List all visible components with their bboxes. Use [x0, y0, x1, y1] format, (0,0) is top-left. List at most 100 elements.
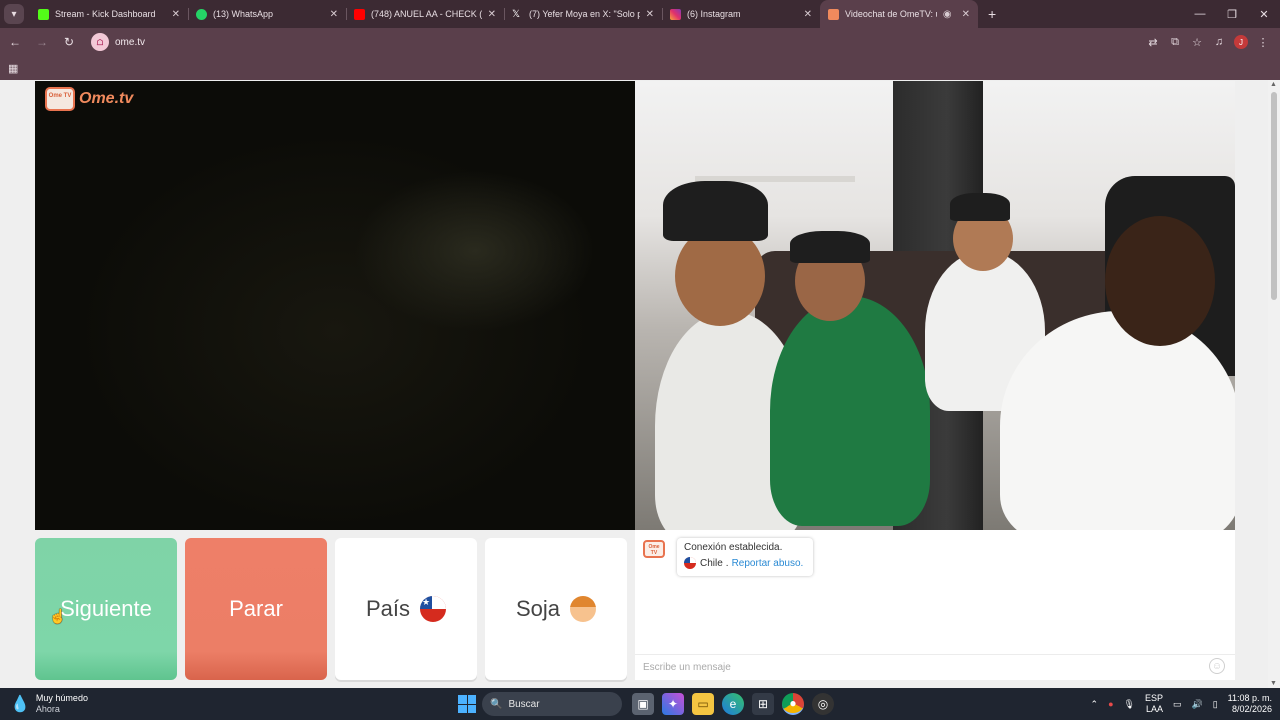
tab-whatsapp[interactable]: (13) WhatsApp ✕ [188, 0, 346, 28]
scroll-up-arrow-icon[interactable]: ▲ [1270, 81, 1277, 88]
scroll-down-arrow-icon[interactable]: ▼ [1270, 680, 1277, 687]
country-label: País [365, 596, 411, 621]
clock[interactable]: 11:08 p. m. 8/02/2026 [1228, 693, 1272, 715]
ometv-logo: Ome TV Ome.tv [45, 87, 133, 111]
edge-icon[interactable]: e [722, 693, 744, 715]
window-controls: — ❐ ✕ [1184, 0, 1280, 28]
address-bar[interactable]: ☖ ome.tv [89, 31, 1129, 53]
translate-icon[interactable]: ⇄ [1142, 31, 1164, 53]
ometv-icon [828, 8, 839, 20]
close-icon[interactable]: ✕ [330, 9, 338, 20]
forward-arrow-icon[interactable]: → [30, 30, 54, 54]
humidity-drop-icon: 💧 [10, 696, 30, 713]
page-scrollbar[interactable]: ▲ ▼ [1268, 80, 1280, 688]
tab-kick-dashboard[interactable]: Stream - Kick Dashboard ✕ [30, 0, 188, 28]
country-filter-button[interactable]: País ★ [335, 538, 477, 680]
browser-toolbar: ← → ↻ ☖ ome.tv ⇄ ⧉ ☆ ♫ J ⋮ [0, 28, 1280, 56]
system-message: Conexión establecida. Chile . Reportar a… [677, 538, 813, 576]
tab-title: (13) WhatsApp [213, 9, 274, 19]
chile-flag-icon: ★ [420, 596, 447, 622]
close-window-icon[interactable]: ✕ [1248, 0, 1280, 28]
microphone-icon[interactable]: 🎙 [1124, 699, 1135, 710]
menu-kebab-icon[interactable]: ⋮ [1252, 31, 1274, 53]
chrome-icon[interactable]: ● [782, 693, 804, 715]
tray-overflow-chevron-icon[interactable]: ⌃ [1091, 699, 1099, 710]
hand-cursor-icon: ☝ [49, 608, 67, 624]
instagram-icon [670, 8, 681, 20]
tab-title: (6) Instagram [687, 9, 741, 19]
minimize-icon[interactable]: — [1184, 0, 1216, 28]
tab-ometv[interactable]: Videochat de OmeTV: una ◉ ✕ [820, 0, 978, 28]
site-info-icon[interactable]: ☖ [91, 33, 109, 51]
youtube-icon [354, 8, 365, 20]
store-icon[interactable]: ⊞ [752, 693, 774, 715]
video-person-head [1105, 216, 1215, 346]
close-icon[interactable]: ✕ [172, 9, 180, 20]
close-icon[interactable]: ✕ [646, 9, 654, 20]
page-content: Ome TV Ome.tv Siguiente Parar País ★ Soj… [0, 80, 1280, 688]
emoji-picker-icon[interactable]: ☺ [1209, 658, 1225, 674]
tab-youtube[interactable]: (748) ANUEL AA - CHECK (INST ✕ [346, 0, 504, 28]
search-label: Buscar [508, 698, 540, 710]
local-video: Ome TV Ome.tv [35, 81, 635, 530]
install-app-icon[interactable]: ⧉ [1164, 31, 1186, 53]
tab-x[interactable]: 𝕏 (7) Yefer Moya en X: "Solo paso ✕ [504, 0, 662, 28]
logo-text: Ome.tv [79, 90, 134, 107]
file-explorer-icon[interactable]: ▭ [692, 693, 714, 715]
language-indicator[interactable]: ESP LAA [1145, 693, 1163, 715]
tab-title: (7) Yefer Moya en X: "Solo paso [529, 9, 640, 19]
video-person-cap [790, 231, 870, 263]
reload-icon[interactable]: ↻ [57, 30, 81, 54]
copilot-icon[interactable]: ✦ [662, 693, 684, 715]
toolbar-actions: ⇄ ⧉ ☆ ♫ J ⋮ [1142, 28, 1274, 56]
scroll-thumb[interactable] [1271, 92, 1277, 300]
kick-icon [38, 8, 49, 20]
browser-tab-strip: ▾ Stream - Kick Dashboard ✕ (13) WhatsAp… [0, 0, 1280, 28]
bookmark-star-icon[interactable]: ☆ [1186, 31, 1208, 53]
media-recording-icon: ◉ [942, 8, 952, 20]
chile-flag-icon [684, 557, 696, 569]
close-icon[interactable]: ✕ [488, 9, 496, 20]
volume-icon[interactable]: 🔊 [1191, 699, 1202, 710]
close-icon[interactable]: ✕ [804, 9, 812, 20]
profile-avatar-icon[interactable]: J [1234, 35, 1248, 49]
maximize-icon[interactable]: ❐ [1216, 0, 1248, 28]
system-tray: ⌃ ● 🎙 ESP LAA ▭ 🔊 ▯ 11:08 p. m. 8/02/202… [1081, 688, 1272, 720]
windows-taskbar: 💧 Muy húmedo Ahora 🔍 Buscar ▣ ✦ ▭ e ⊞ ● … [0, 688, 1280, 720]
report-abuse-link[interactable]: Reportar abuso. [732, 558, 804, 569]
media-control-icon[interactable]: ♫ [1208, 31, 1230, 53]
back-arrow-icon[interactable]: ← [3, 30, 27, 54]
recording-tray-icon[interactable]: ● [1108, 699, 1113, 709]
network-icon[interactable]: ▭ [1173, 699, 1182, 710]
task-view-icon[interactable]: ▣ [632, 693, 654, 715]
ometv-chat-logo-icon: Ome TV [643, 540, 665, 558]
tab-search-chevron-icon[interactable]: ▾ [4, 4, 24, 24]
video-person-cap [950, 193, 1010, 221]
new-tab-button[interactable]: + [988, 6, 996, 22]
tab-title: (748) ANUEL AA - CHECK (INST [371, 9, 482, 19]
remote-video [635, 81, 1235, 530]
x-icon: 𝕏 [512, 8, 521, 20]
bookmarks-bar: ▦ [0, 56, 1280, 80]
message-input[interactable]: Escribe un mensaje [635, 654, 1235, 680]
taskbar-apps: 🔍 Buscar ▣ ✦ ▭ e ⊞ ● ◎ [452, 692, 838, 716]
chat-panel: Ome TV Conexión establecida. Chile . Rep… [635, 530, 1235, 680]
weather-title: Muy húmedo [35, 693, 88, 703]
ometv-logo-tv-icon: Ome TV [45, 87, 75, 111]
close-icon[interactable]: ✕ [962, 9, 970, 20]
stop-label: Parar [229, 596, 283, 621]
taskbar-search[interactable]: 🔍 Buscar [482, 692, 622, 716]
battery-icon[interactable]: ▯ [1213, 699, 1218, 710]
stop-button[interactable]: Parar [185, 538, 327, 680]
gender-filter-button[interactable]: Soja [485, 538, 627, 680]
whatsapp-icon [196, 8, 207, 20]
windows-start-icon[interactable] [458, 695, 476, 713]
apps-grid-icon[interactable]: ▦ [8, 62, 18, 75]
weather-widget[interactable]: 💧 Muy húmedo Ahora [10, 693, 88, 715]
tab-instagram[interactable]: (6) Instagram ✕ [662, 0, 820, 28]
video-person-cap [663, 181, 768, 241]
search-icon: 🔍 [490, 698, 503, 710]
tab-title: Videochat de OmeTV: una [845, 9, 937, 19]
gender-label: Soja [515, 596, 561, 621]
obs-record-icon[interactable]: ◎ [812, 693, 834, 715]
